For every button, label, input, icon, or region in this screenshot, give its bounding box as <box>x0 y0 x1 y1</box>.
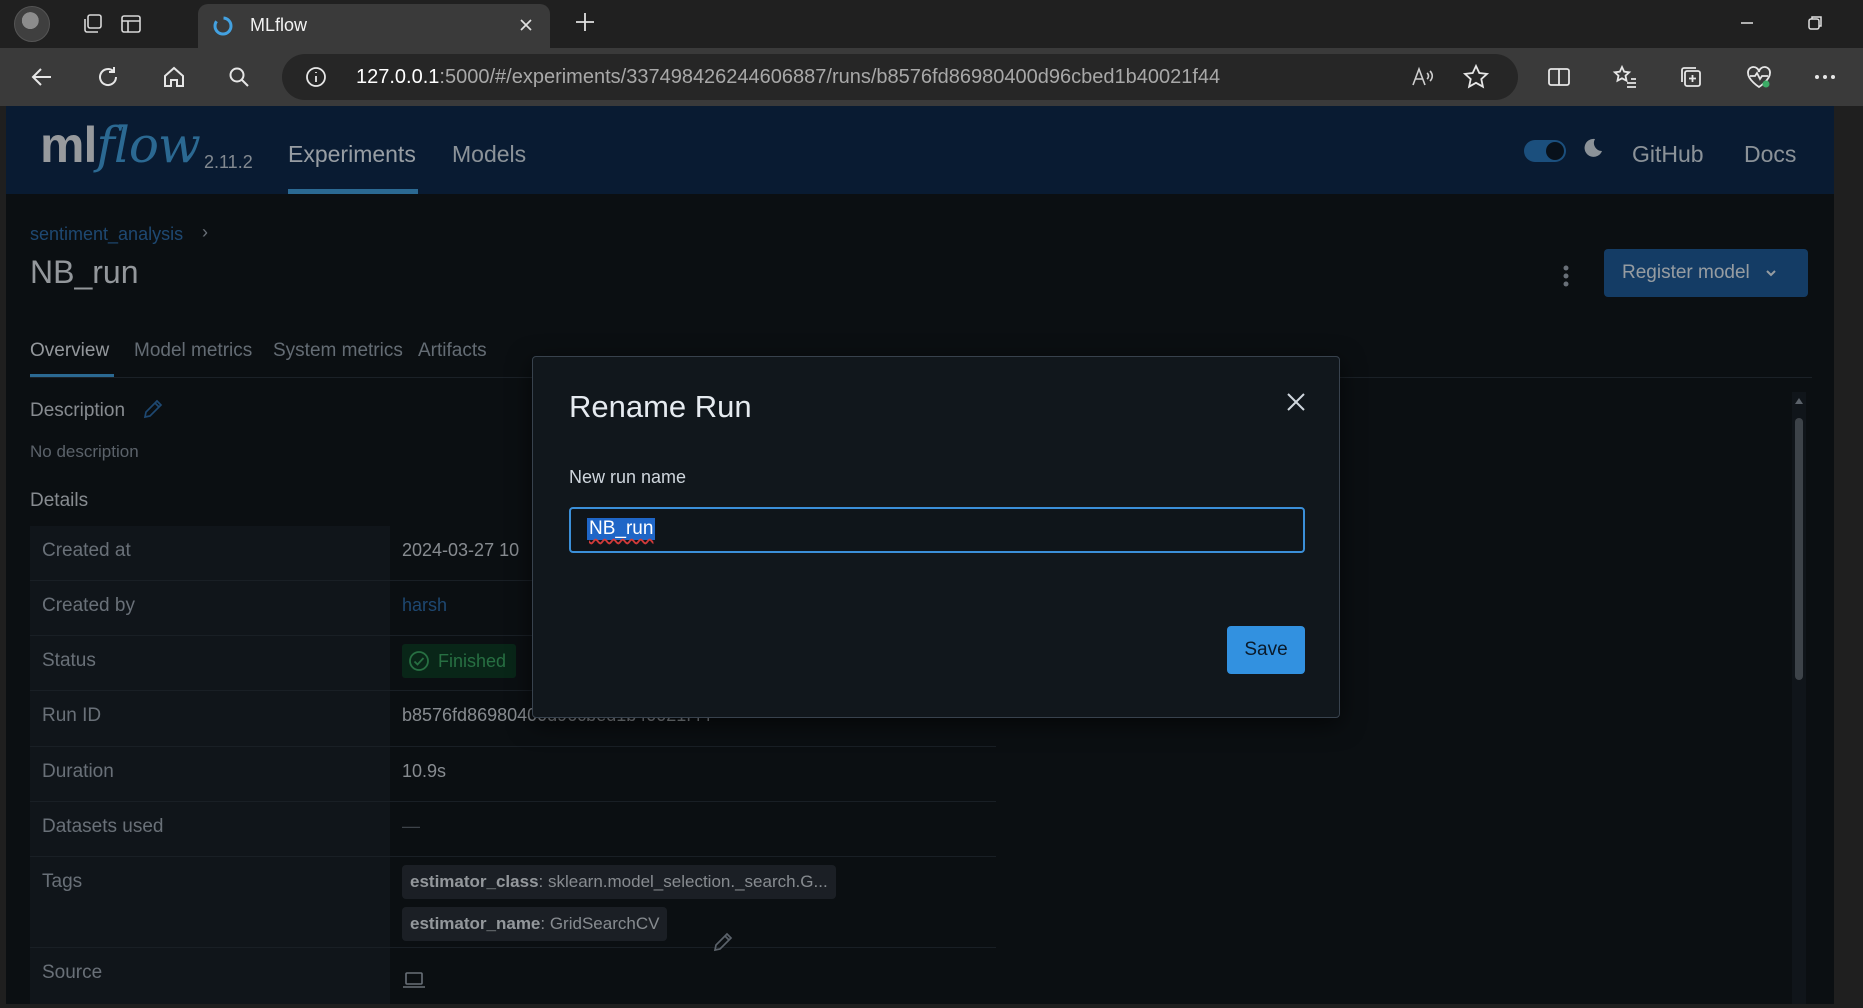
browser-toolbar: 127.0.0.1:5000/#/experiments/33749842624… <box>0 48 1863 106</box>
workspaces-icon[interactable] <box>76 7 110 41</box>
profile-avatar[interactable] <box>14 6 50 42</box>
new-tab-icon[interactable] <box>572 9 598 35</box>
browser-tab-title: MLflow <box>250 15 308 35</box>
home-icon[interactable] <box>157 60 191 94</box>
mlflow-page: mlflow 2.11.2 Experiments Models GitHub … <box>6 106 1834 1004</box>
split-screen-icon[interactable] <box>1542 60 1576 94</box>
address-bar[interactable]: 127.0.0.1:5000/#/experiments/33749842624… <box>282 54 1518 100</box>
vertical-tabs-icon[interactable] <box>114 7 148 41</box>
favorites-icon[interactable] <box>1608 60 1642 94</box>
close-icon[interactable] <box>1285 391 1307 413</box>
minimize-window-icon[interactable] <box>1734 10 1760 36</box>
browser-tab-mlflow[interactable]: MLflow <box>198 4 550 48</box>
run-name-input-value: NB_run <box>587 518 656 540</box>
site-info-icon[interactable] <box>304 65 328 89</box>
rename-run-dialog: Rename Run New run name NB_run Save <box>532 356 1340 718</box>
browser-tabstrip: MLflow <box>0 0 1863 48</box>
save-button[interactable]: Save <box>1227 626 1305 674</box>
browser-essentials-icon[interactable] <box>1742 60 1776 94</box>
run-name-input[interactable]: NB_run <box>569 507 1305 553</box>
back-icon[interactable] <box>25 60 59 94</box>
collections-icon[interactable] <box>1674 60 1708 94</box>
read-aloud-icon[interactable] <box>1408 63 1436 91</box>
refresh-icon[interactable] <box>91 60 125 94</box>
dialog-title: Rename Run <box>569 389 752 424</box>
restore-window-icon[interactable] <box>1802 10 1828 36</box>
run-name-field-label: New run name <box>569 467 687 487</box>
search-icon[interactable] <box>222 60 256 94</box>
mlflow-favicon-icon <box>212 15 234 37</box>
address-url[interactable]: 127.0.0.1:5000/#/experiments/33749842624… <box>356 66 1220 89</box>
favorite-star-icon[interactable] <box>1462 63 1490 91</box>
more-options-icon[interactable] <box>1808 60 1842 94</box>
close-tab-icon[interactable] <box>518 17 534 33</box>
